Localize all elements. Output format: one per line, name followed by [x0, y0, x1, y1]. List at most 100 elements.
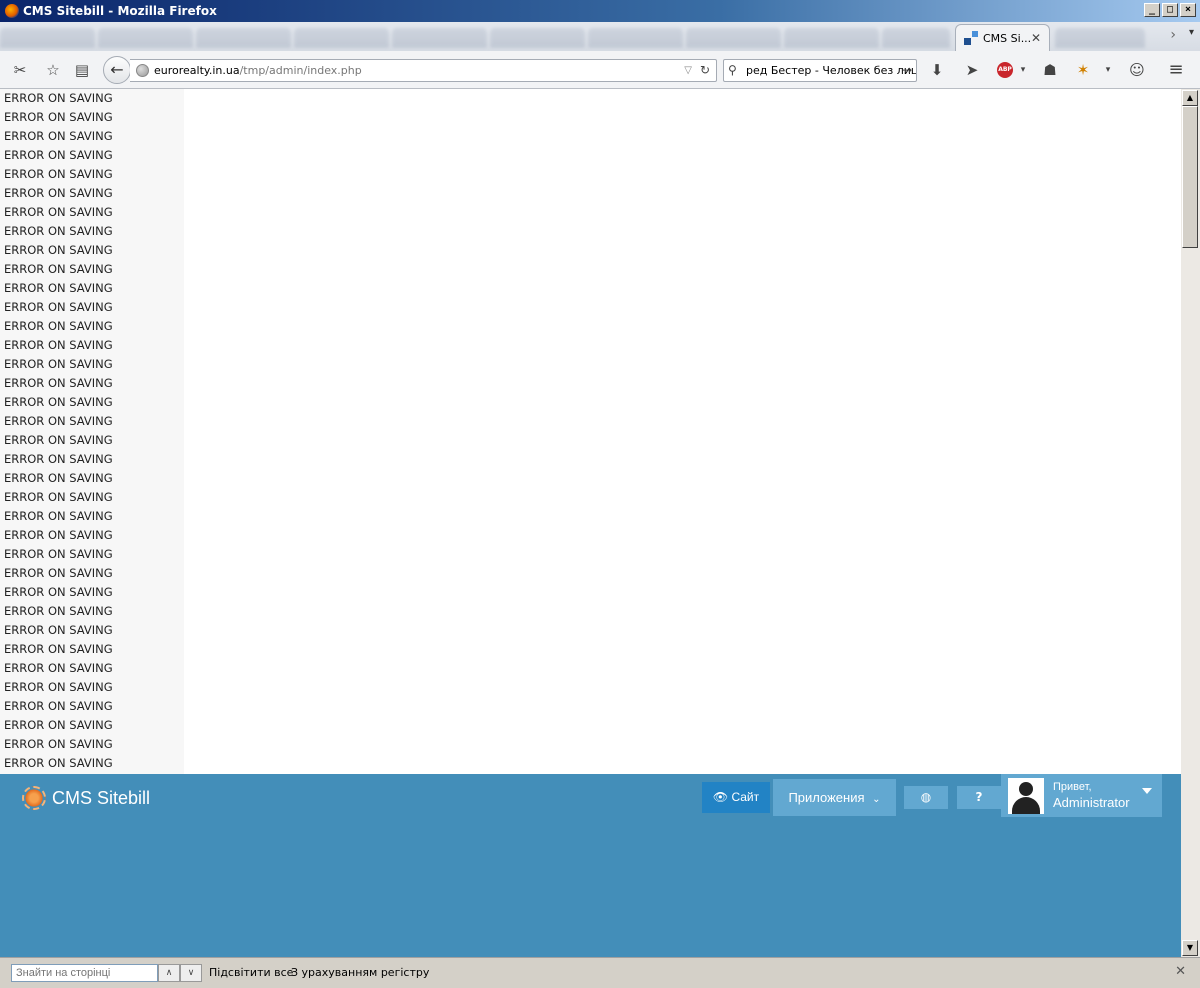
chevron-down-icon: ∨	[187, 968, 195, 978]
window-title-bar: CMS Sitebill - Mozilla Firefox _ □ ×	[0, 0, 1200, 22]
tab-blurred[interactable]	[588, 28, 683, 48]
extension-icon[interactable]: ✶	[1073, 60, 1093, 80]
log-line: ERROR ON SAVING	[4, 471, 113, 485]
log-line: ERROR ON SAVING	[4, 224, 113, 238]
match-case-toggle[interactable]: З урахуванням регістру	[291, 965, 429, 981]
log-line: ERROR ON SAVING	[4, 528, 113, 542]
chevron-down-icon: ⌄	[872, 794, 881, 805]
log-line: ERROR ON SAVING	[4, 205, 113, 219]
maximize-button[interactable]: □	[1162, 3, 1178, 17]
bookmark-star-icon[interactable]: ☆	[43, 60, 63, 80]
log-line: ERROR ON SAVING	[4, 395, 113, 409]
minimize-button[interactable]: _	[1144, 3, 1160, 17]
url-domain: eurorealty.in.ua	[154, 64, 240, 77]
scroll-tabs-right-icon[interactable]: ›	[1170, 27, 1176, 43]
log-line: ERROR ON SAVING	[4, 509, 113, 523]
log-line: ERROR ON SAVING	[4, 91, 113, 105]
log-line: ERROR ON SAVING	[4, 129, 113, 143]
close-tab-icon[interactable]: ✕	[1031, 31, 1041, 45]
log-line: ERROR ON SAVING	[4, 680, 113, 694]
tab-blurred[interactable]	[784, 28, 879, 48]
tab-active[interactable]: CMS Si... ✕	[955, 24, 1050, 51]
tab-blurred[interactable]	[882, 28, 950, 48]
log-line: ERROR ON SAVING	[4, 186, 113, 200]
scroll-down-icon[interactable]: ▼	[1182, 940, 1198, 956]
search-go-icon[interactable]: →	[902, 60, 912, 81]
globe-button[interactable]: ◍	[904, 786, 948, 809]
avatar-head-shape	[1019, 782, 1033, 796]
extension-dropdown-icon[interactable]: ▾	[1098, 60, 1118, 80]
firefox-icon	[5, 4, 19, 18]
highlight-all-toggle[interactable]: Підсвітити все	[209, 965, 293, 981]
search-input[interactable]: ⚲ ред Бестер - Человек без лица →	[723, 59, 917, 82]
tab-blurred[interactable]	[294, 28, 389, 48]
search-icon[interactable]: ⚲	[728, 60, 737, 81]
vertical-scrollbar[interactable]: ▲ ▼	[1181, 89, 1200, 957]
log-line: ERROR ON SAVING	[4, 243, 113, 257]
tab-blurred[interactable]	[686, 28, 781, 48]
scroll-up-icon[interactable]: ▲	[1182, 90, 1198, 106]
menu-hamburger-icon[interactable]: ≡	[1166, 60, 1186, 80]
list-all-tabs-icon[interactable]: ▾	[1189, 27, 1194, 38]
log-line: ERROR ON SAVING	[4, 547, 113, 561]
cms-brand[interactable]: CMS Sitebill	[22, 786, 150, 810]
log-line: ERROR ON SAVING	[4, 281, 113, 295]
sync-icon[interactable]: ✂	[10, 60, 30, 80]
tab-blurred[interactable]	[0, 28, 95, 48]
tab-blurred[interactable]	[196, 28, 291, 48]
close-window-button[interactable]: ×	[1180, 3, 1196, 17]
window-title: CMS Sitebill - Mozilla Firefox	[23, 4, 217, 18]
url-path: /tmp/admin/index.php	[239, 64, 362, 77]
tab-title: CMS Si...	[983, 31, 1032, 45]
log-line: ERROR ON SAVING	[4, 642, 113, 656]
tab-blurred[interactable]	[98, 28, 193, 48]
site-identity-icon[interactable]	[136, 64, 149, 77]
privacy-icon[interactable]: ☗	[1040, 60, 1060, 80]
find-input[interactable]	[11, 964, 158, 982]
log-line: ERROR ON SAVING	[4, 148, 113, 162]
log-line: ERROR ON SAVING	[4, 319, 113, 333]
log-line: ERROR ON SAVING	[4, 357, 113, 371]
log-line: ERROR ON SAVING	[4, 167, 113, 181]
log-line: ERROR ON SAVING	[4, 262, 113, 276]
bookmarks-list-icon[interactable]: ▤	[72, 60, 92, 80]
eye-icon: 👁︎	[712, 790, 732, 804]
log-line: ERROR ON SAVING	[4, 452, 113, 466]
search-value: ред Бестер - Человек без лица	[746, 64, 917, 77]
sitebill-favicon-icon	[964, 31, 978, 45]
apps-dropdown-button[interactable]: Приложения ⌄	[773, 779, 896, 816]
adblock-plus-icon[interactable]: ABP	[997, 62, 1013, 78]
site-button-label: Сайт	[731, 790, 760, 804]
url-history-dropdown-icon[interactable]: ▽	[684, 60, 692, 81]
back-button[interactable]: ←	[103, 56, 131, 84]
tab-blurred[interactable]	[490, 28, 585, 48]
scrollbar-thumb[interactable]	[1182, 106, 1198, 248]
help-button[interactable]: ?	[957, 786, 1001, 809]
log-line: ERROR ON SAVING	[4, 756, 113, 770]
download-icon[interactable]: ⬇	[927, 60, 947, 80]
tab-blurred[interactable]	[1055, 28, 1145, 48]
avatar	[1008, 778, 1044, 814]
navigation-toolbar: ✂ ☆ ▤ ← eurorealty.in.ua/tmp/admin/index…	[0, 51, 1200, 89]
log-line: ERROR ON SAVING	[4, 661, 113, 675]
site-button[interactable]: 👁︎ Сайт	[702, 782, 770, 813]
log-line: ERROR ON SAVING	[4, 490, 113, 504]
caret-down-icon	[1142, 788, 1152, 794]
find-previous-button[interactable]: ∧	[158, 964, 180, 982]
user-greeting: Привет,	[1053, 781, 1092, 793]
find-next-button[interactable]: ∨	[180, 964, 202, 982]
send-icon[interactable]: ➤	[962, 60, 982, 80]
log-line: ERROR ON SAVING	[4, 585, 113, 599]
sitebill-logo-icon	[22, 786, 46, 810]
smiley-icon[interactable]: ☺	[1127, 60, 1147, 80]
tab-blurred[interactable]	[392, 28, 487, 48]
log-line: ERROR ON SAVING	[4, 376, 113, 390]
user-menu[interactable]: Привет, Administrator	[1001, 774, 1162, 817]
close-findbar-icon[interactable]: ✕	[1175, 964, 1186, 979]
log-line: ERROR ON SAVING	[4, 737, 113, 751]
help-icon: ?	[975, 790, 983, 804]
adblock-dropdown-icon[interactable]: ▾	[1013, 60, 1033, 80]
reload-icon[interactable]: ↻	[700, 60, 710, 81]
url-bar[interactable]: eurorealty.in.ua/tmp/admin/index.php ▽ ↻	[130, 59, 717, 82]
log-line: ERROR ON SAVING	[4, 338, 113, 352]
